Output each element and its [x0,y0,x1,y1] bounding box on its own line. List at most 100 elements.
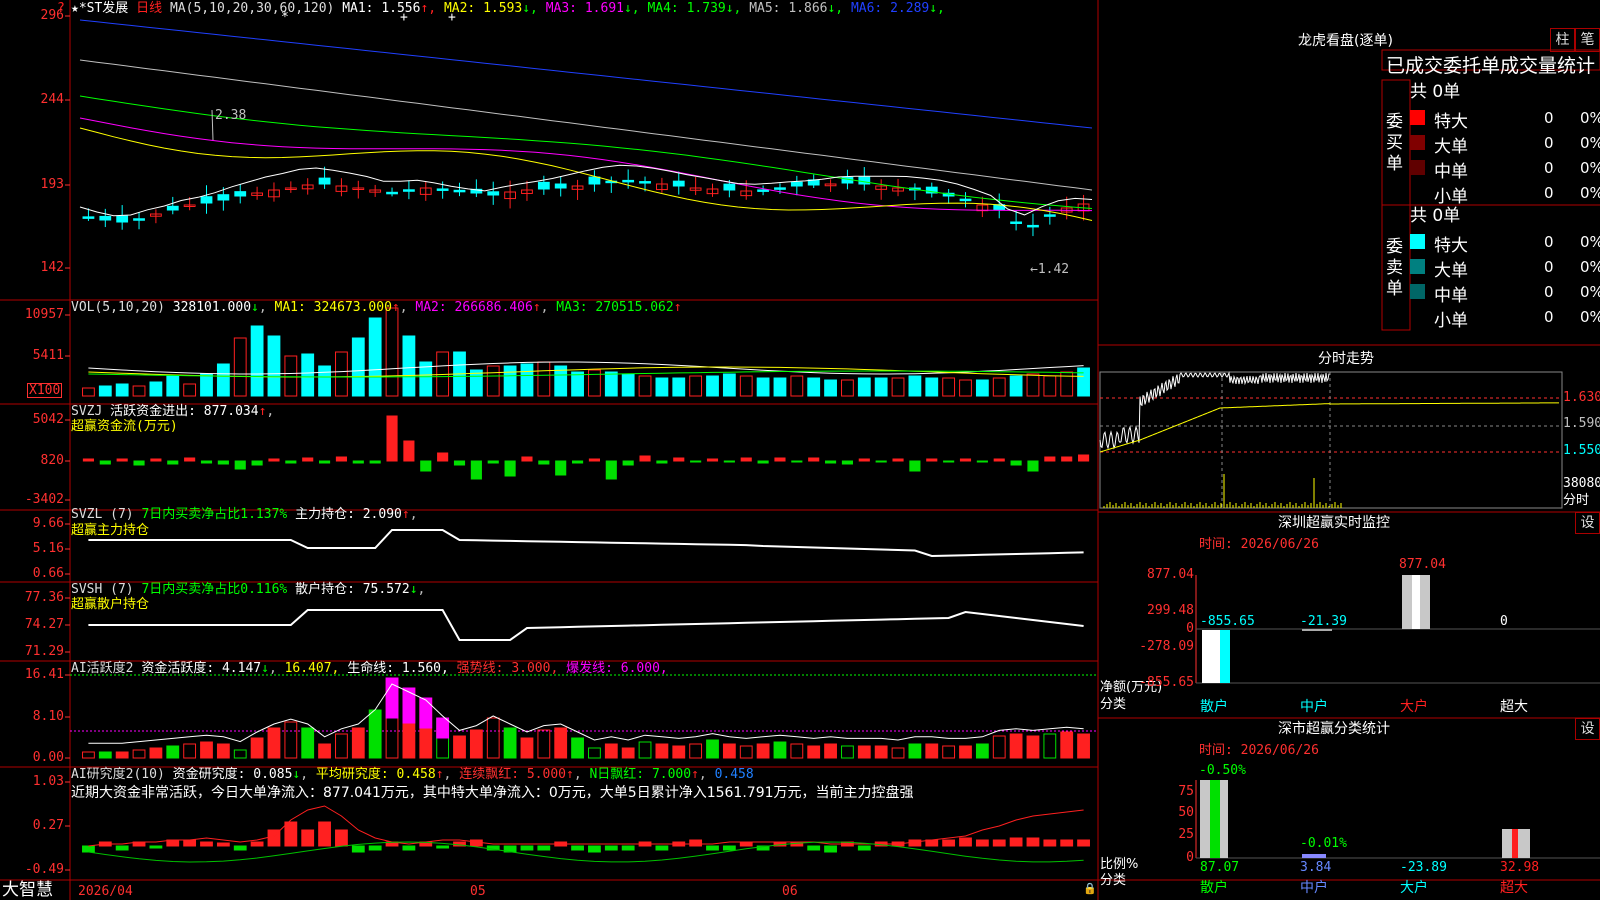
vol-bar-53 [975,379,989,397]
sell-row-0: 特大 0 0% [1410,231,1600,256]
flow-bar-3 [133,460,145,466]
ai1-bar-15 [335,733,348,759]
monitor-top-label: 877.04 [1399,557,1446,572]
ai2-last: 0.458 [714,767,754,782]
vol-bar-1 [98,385,112,397]
class-ylabel-3: 0 [1186,850,1194,865]
kline-marker-2: + [448,10,456,25]
sell-row-1: 大单 0 0% [1410,256,1600,281]
ai2-bar-12 [284,821,298,847]
flow-bar-17 [369,460,381,464]
ma-arrow: ↓, [623,1,640,16]
ai1-bar-1 [98,751,112,759]
ma-arrow: ↑, [420,1,437,16]
sell-count-3: 0 [1544,308,1554,326]
flow-bar-8 [217,460,229,465]
flow-bar-29 [572,460,584,464]
flow-bar-40 [757,460,769,464]
fenshi-frame [1099,371,1563,509]
monitor-value-1: -21.39 [1300,614,1347,629]
date-label-apr: 2026/04 [78,884,133,899]
ai1-bar-32 [621,747,635,759]
buy-total: 共 0单 [1410,82,1461,102]
flow-bar-24 [487,460,499,464]
ai1-bar-14 [318,743,331,759]
candle-body-30 [588,176,601,185]
kline-ylabel-3: 142 [40,260,64,275]
ai2-bar-43 [807,845,821,851]
ai1-bar-52 [959,745,972,759]
ma2-line [79,127,1093,221]
ai1-bar-28 [554,727,568,759]
monitor-ylabel-1: 299.48 [1147,603,1194,618]
monitor-ylabel-3: -278.09 [1139,639,1194,654]
svzl-line [88,529,1084,558]
monitor-bar-0-edge [1220,630,1230,683]
ai1-bar-0 [82,751,95,759]
chart-canvas[interactable] [0,0,1600,900]
sell-row-3: 小单 0 0% [1410,306,1600,331]
vol-ma2: MA2: 266686.406 [415,300,533,315]
flow-bar-56 [1027,460,1039,472]
fenshi-price-1: 1.630 [1563,390,1600,405]
svzj-ylabel-1: 820 [40,453,64,468]
ai1-bar-25 [503,727,517,759]
lock-icon[interactable]: 🔒 [1083,881,1097,896]
vol-bar-19 [402,335,416,397]
vol-bar-31 [604,371,618,397]
vol-bar-14 [318,365,331,397]
sell-count-0: 0 [1544,233,1554,251]
ma-arrow: ↓, [929,1,945,16]
ai2-header: AI研究度2(10) 资金研究度: 0.085↓, 平均研究度: 0.458↑,… [71,767,754,782]
ai2-bar-58 [1060,839,1074,847]
ai2-bar-2 [115,845,129,851]
bar-mode-button[interactable]: 柱 [1550,28,1575,52]
monitor-time: 时间: 2026/06/26 [1199,537,1319,552]
stock-name[interactable]: ★*ST发展 [71,1,128,16]
candle-body-8 [217,194,230,201]
ai1-v2: 16.407, [284,661,340,676]
candle-body-56 [1027,224,1039,228]
ai1-bar-10 [250,737,264,759]
ai2-bar-38 [722,845,736,851]
svzj-subtitle: 超赢资金流(万元) [71,419,178,434]
class-settings-button[interactable]: 设 [1575,718,1600,740]
tick-mode-button[interactable]: 笔 [1575,28,1600,52]
ai1-header: AI活跃度2 资金活跃度: 4.147↓, 16.407, 生命线: 1.560… [71,661,668,676]
class-ylabel-2: 25 [1178,827,1194,842]
vol-bar-15 [335,351,348,397]
ai1-bar-34 [655,743,669,759]
flow-bar-6 [184,457,196,462]
monitor-settings-button[interactable]: 设 [1575,512,1600,534]
ai2-bar-14 [318,821,331,847]
sell-swatch-1 [1410,259,1425,274]
kline-lo-label: ←1.42 [1030,262,1070,277]
buy-swatch-0 [1410,110,1425,125]
ai1-bar-54 [992,735,1006,759]
ai1-bar-43 [807,745,821,759]
period-label[interactable]: 日线 [136,1,162,16]
class-cat-1: 中户 [1300,880,1328,896]
vol-bar-37 [706,375,719,397]
candle-body-38 [723,183,736,191]
ai2-bar-39 [739,841,753,847]
vol-bar-54 [992,377,1006,397]
flow-bar-33 [639,455,651,462]
ai2-description: 近期大资金非常活跃，今日大单净流入：877.041万元，其中特大单净流入：0万元… [71,785,914,801]
svsh-ylabel-2: 71.29 [24,644,64,659]
ai1-strong: 强势线: 3.000, [456,661,559,676]
ai2-bar-10 [250,841,264,847]
flow-bar-44 [825,460,837,464]
candle-body-52 [959,198,972,202]
ai2-bar-13 [301,829,315,847]
flow-bar-59 [1078,454,1090,462]
class-title: 深市超赢分类统计 [1278,721,1390,737]
flow-bar-55 [1010,460,1022,466]
vol-bar-26 [520,363,534,397]
ai2-bar-30 [588,845,601,853]
sell-swatch-0 [1410,234,1425,249]
ma3-line [79,117,1093,212]
vol-ma3: MA3: 270515.062 [556,300,674,315]
vol-bar-48 [891,377,905,397]
flow-bar-36 [690,460,702,463]
